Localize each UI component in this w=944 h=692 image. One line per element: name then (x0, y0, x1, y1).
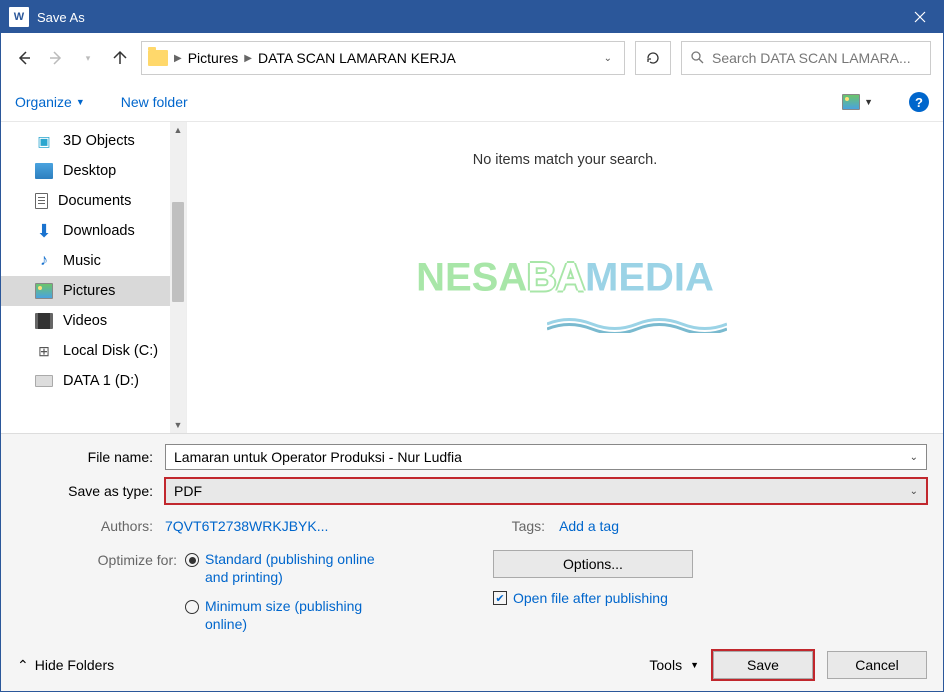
breadcrumb-pictures[interactable]: Pictures (188, 50, 239, 66)
file-name-input[interactable]: Lamaran untuk Operator Produksi - Nur Lu… (165, 444, 927, 470)
breadcrumb-current[interactable]: DATA SCAN LAMARAN KERJA (258, 50, 456, 66)
sidebar-item-desktop[interactable]: Desktop (1, 156, 170, 186)
search-icon (690, 50, 704, 67)
new-folder-button[interactable]: New folder (121, 94, 188, 110)
music-icon: ♪ (35, 253, 53, 269)
save-button[interactable]: Save (713, 651, 813, 679)
sidebar-item-label: Videos (63, 313, 107, 329)
window-title: Save As (37, 10, 897, 25)
tools-label: Tools (649, 657, 682, 673)
file-name-value: Lamaran untuk Operator Produksi - Nur Lu… (174, 449, 462, 465)
save-as-type-label: Save as type: (17, 483, 157, 499)
pictures-icon (35, 283, 53, 299)
sidebar-item-label: Music (63, 253, 101, 269)
hide-folders-button[interactable]: ⌃ Hide Folders (17, 657, 114, 674)
tags-label: Tags: (495, 518, 551, 534)
sidebar-item-music[interactable]: ♪ Music (1, 246, 170, 276)
word-app-icon: W (9, 7, 29, 27)
sidebar-item-downloads[interactable]: ⬇ Downloads (1, 216, 170, 246)
sidebar-item-label: Local Disk (C:) (63, 343, 158, 359)
chevron-right-icon[interactable]: ▶ (174, 53, 182, 64)
main-pane: ▣ 3D Objects Desktop Documents ⬇ Downloa… (1, 121, 943, 433)
organize-label: Organize (15, 94, 72, 110)
optimize-minimum-radio[interactable] (185, 600, 199, 614)
optimize-for-label: Optimize for: (17, 550, 177, 568)
optimize-minimum-label[interactable]: Minimum size (publishing online) (205, 597, 385, 633)
navigation-row: ▾ ▶ Pictures ▶ DATA SCAN LAMARAN KERJA ⌄ (1, 33, 943, 83)
disk-icon: ⊞ (35, 343, 53, 359)
chevron-down-icon: ▼ (76, 97, 85, 107)
form-area: File name: Lamaran untuk Operator Produk… (1, 433, 943, 639)
help-button[interactable]: ? (909, 92, 929, 112)
sidebar-item-videos[interactable]: Videos (1, 306, 170, 336)
hide-folders-label: Hide Folders (35, 657, 114, 673)
tools-menu[interactable]: Tools ▼ (649, 657, 699, 673)
sidebar-item-data-1-d[interactable]: DATA 1 (D:) (1, 366, 170, 396)
documents-icon (35, 193, 48, 209)
sidebar-item-label: Downloads (63, 223, 135, 239)
file-name-label: File name: (17, 449, 157, 465)
open-after-publishing-label[interactable]: Open file after publishing (513, 590, 668, 606)
cancel-button[interactable]: Cancel (827, 651, 927, 679)
sidebar-item-pictures[interactable]: Pictures (1, 276, 170, 306)
toolbar: Organize ▼ New folder ▼ ? (1, 83, 943, 121)
add-tag-link[interactable]: Add a tag (559, 518, 619, 534)
sidebar-scrollbar[interactable]: ▲ ▼ (170, 122, 186, 433)
up-button[interactable] (109, 47, 131, 69)
optimize-standard-label[interactable]: Standard (publishing online and printing… (205, 550, 385, 586)
search-box[interactable] (681, 41, 931, 75)
address-bar[interactable]: ▶ Pictures ▶ DATA SCAN LAMARAN KERJA ⌄ (141, 41, 625, 75)
watermark-logo: NESABAMEDIA (416, 255, 714, 300)
chevron-down-icon: ▼ (690, 660, 699, 670)
save-as-type-select[interactable]: PDF ⌄ (165, 478, 927, 504)
save-as-dialog: W Save As ▾ ▶ Pictures ▶ DATA SCAN LAMAR… (0, 0, 944, 692)
drive-icon (35, 375, 53, 387)
chevron-up-icon: ⌃ (17, 657, 29, 674)
chevron-down-icon[interactable]: ⌄ (910, 486, 918, 497)
save-as-type-value: PDF (174, 483, 202, 499)
optimize-radio-group: Standard (publishing online and printing… (185, 550, 385, 633)
options-button[interactable]: Options... (493, 550, 693, 578)
recent-locations-button[interactable]: ▾ (77, 47, 99, 69)
chevron-down-icon[interactable]: ⌄ (910, 452, 918, 463)
sidebar-item-documents[interactable]: Documents (1, 186, 170, 216)
sidebar-item-3d-objects[interactable]: ▣ 3D Objects (1, 126, 170, 156)
downloads-icon: ⬇ (35, 223, 53, 239)
sidebar-item-label: DATA 1 (D:) (63, 373, 139, 389)
scroll-up-button[interactable]: ▲ (170, 122, 186, 138)
close-button[interactable] (897, 1, 943, 33)
folder-tree: ▣ 3D Objects Desktop Documents ⬇ Downloa… (1, 122, 187, 433)
authors-label: Authors: (17, 518, 157, 534)
empty-search-message: No items match your search. (473, 152, 658, 168)
back-button[interactable] (13, 47, 35, 69)
chevron-down-icon: ▼ (864, 97, 873, 107)
3d-objects-icon: ▣ (35, 133, 53, 149)
videos-icon (35, 313, 53, 329)
view-icon (842, 94, 860, 110)
open-after-publishing-checkbox[interactable]: ✔ (493, 591, 507, 605)
refresh-button[interactable] (635, 41, 671, 75)
desktop-icon (35, 163, 53, 179)
scrollbar-thumb[interactable] (172, 202, 184, 302)
folder-icon (148, 50, 168, 66)
footer: ⌃ Hide Folders Tools ▼ Save Cancel (1, 639, 943, 691)
sidebar-item-label: Pictures (63, 283, 115, 299)
scroll-down-button[interactable]: ▼ (170, 417, 186, 433)
authors-value[interactable]: 7QVT6T2738WRKJBYK... (165, 518, 328, 534)
view-options-button[interactable]: ▼ (842, 94, 873, 110)
sidebar-item-label: Desktop (63, 163, 116, 179)
title-bar: W Save As (1, 1, 943, 33)
sidebar-item-label: Documents (58, 193, 131, 209)
organize-menu[interactable]: Organize ▼ (15, 94, 85, 110)
sidebar-item-label: 3D Objects (63, 133, 135, 149)
chevron-right-icon[interactable]: ▶ (244, 53, 252, 64)
watermark-wave (547, 315, 727, 333)
search-input[interactable] (712, 50, 922, 66)
file-list-area: No items match your search. NESABAMEDIA (187, 122, 943, 433)
address-dropdown-button[interactable]: ⌄ (598, 53, 618, 64)
optimize-standard-radio[interactable] (185, 553, 199, 567)
forward-button[interactable] (45, 47, 67, 69)
sidebar-item-local-disk-c[interactable]: ⊞ Local Disk (C:) (1, 336, 170, 366)
